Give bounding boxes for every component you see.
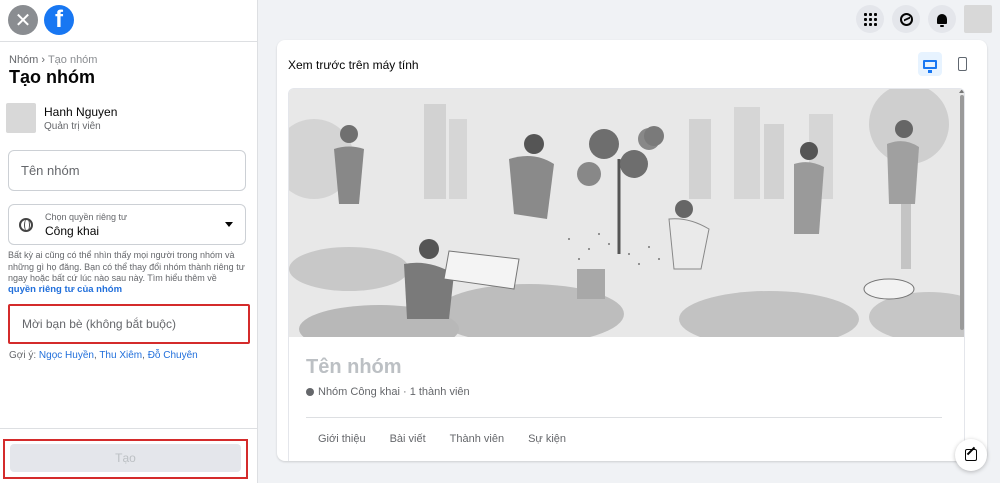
tab-about[interactable]: Giới thiệu — [318, 433, 366, 445]
page-title: Tạo nhóm — [9, 67, 95, 87]
account-avatar[interactable] — [964, 5, 992, 33]
device-toggle — [918, 52, 974, 76]
privacy-select[interactable]: Chọn quyền riêng tư Công khai — [8, 204, 246, 245]
privacy-value: Công khai — [45, 223, 100, 238]
group-name-placeholder: Tên nhóm — [21, 163, 80, 178]
breadcrumb-root[interactable]: Nhóm — [9, 54, 38, 66]
messenger-icon — [899, 12, 913, 26]
tab-posts[interactable]: Bài viết — [390, 433, 426, 445]
menu-grid-button[interactable] — [856, 5, 884, 33]
new-message-button[interactable] — [955, 439, 987, 471]
tab-members[interactable]: Thành viên — [450, 433, 504, 445]
breadcrumb-separator: › — [41, 54, 46, 66]
invite-placeholder: Mời bạn bè (không bắt buộc) — [22, 317, 176, 331]
invite-friends-input[interactable]: Mời bạn bè (không bắt buộc) — [8, 304, 250, 344]
divider — [0, 41, 258, 42]
mobile-preview-button[interactable] — [950, 52, 974, 76]
breadcrumb: Nhóm › Tạo nhóm — [9, 54, 97, 66]
avatar — [6, 103, 36, 133]
suggestion-name[interactable]: Đỗ Chuyên — [148, 350, 198, 361]
preview-group-meta-row: Nhóm Công khai · 1 thành viên — [306, 386, 470, 398]
suggestion-name[interactable]: Ngọc Huyền — [39, 350, 94, 361]
preview-title: Xem trước trên máy tính — [288, 58, 419, 72]
suggestions-label: Gợi ý: — [9, 350, 37, 361]
preview-group-name: Tên nhóm — [306, 356, 402, 378]
preview-card: Xem trước trên máy tính Tên nhóm Nhóm Cô… — [277, 40, 987, 461]
group-preview: Tên nhóm Nhóm Công khai · 1 thành viên G… — [288, 88, 965, 461]
notifications-button[interactable] — [928, 5, 956, 33]
admin-info: Hanh Nguyen Quản trị viên — [6, 103, 117, 133]
admin-role: Quản trị viên — [44, 120, 101, 132]
privacy-label: Chọn quyền riêng tư — [45, 211, 128, 222]
mobile-icon — [957, 57, 967, 71]
bell-icon — [937, 14, 947, 27]
suggestion-name[interactable]: Thu Xiêm — [99, 350, 142, 361]
create-button-highlight: Tạo — [3, 439, 248, 479]
desktop-preview-button[interactable] — [918, 52, 942, 76]
divider — [306, 417, 942, 418]
facebook-logo-icon[interactable]: f — [44, 5, 74, 35]
cover-illustration — [289, 89, 964, 337]
group-info: Tên nhóm Nhóm Công khai · 1 thành viên — [306, 356, 470, 398]
breadcrumb-current: Tạo nhóm — [47, 54, 98, 66]
caret-down-icon — [225, 222, 233, 227]
create-group-sidebar: ✕ f Nhóm › Tạo nhóm Tạo nhóm Hanh Nguyen… — [0, 0, 258, 483]
cover-art — [289, 89, 964, 337]
close-icon[interactable]: ✕ — [8, 5, 38, 35]
sidebar-header: ✕ f — [0, 0, 258, 40]
group-name-input[interactable]: Tên nhóm — [8, 150, 246, 191]
globe-icon — [19, 217, 33, 232]
top-nav-icons — [856, 5, 992, 33]
scrollbar[interactable] — [960, 95, 964, 330]
divider — [0, 428, 258, 429]
privacy-description: Bất kỳ ai cũng có thể nhìn thấy mọi ngườ… — [8, 250, 245, 283]
edit-icon — [965, 449, 977, 461]
globe-icon — [306, 388, 314, 396]
admin-name: Hanh Nguyen — [44, 104, 118, 119]
friend-suggestions: Gợi ý: Ngọc Huyền, Thu Xiêm, Đỗ Chuyên — [9, 350, 198, 361]
tab-events[interactable]: Sự kiện — [528, 433, 566, 445]
preview-group-meta: Nhóm Công khai · 1 thành viên — [318, 386, 470, 398]
privacy-learn-more-link[interactable]: quyền riêng tư của nhóm — [8, 284, 122, 295]
messenger-button[interactable] — [892, 5, 920, 33]
scroll-up-icon[interactable] — [959, 89, 964, 93]
create-button[interactable]: Tạo — [10, 444, 241, 472]
preview-tabs: Giới thiệu Bài viết Thành viên Sự kiện — [318, 433, 566, 445]
desktop-icon — [923, 59, 937, 73]
grid-icon — [863, 12, 877, 26]
